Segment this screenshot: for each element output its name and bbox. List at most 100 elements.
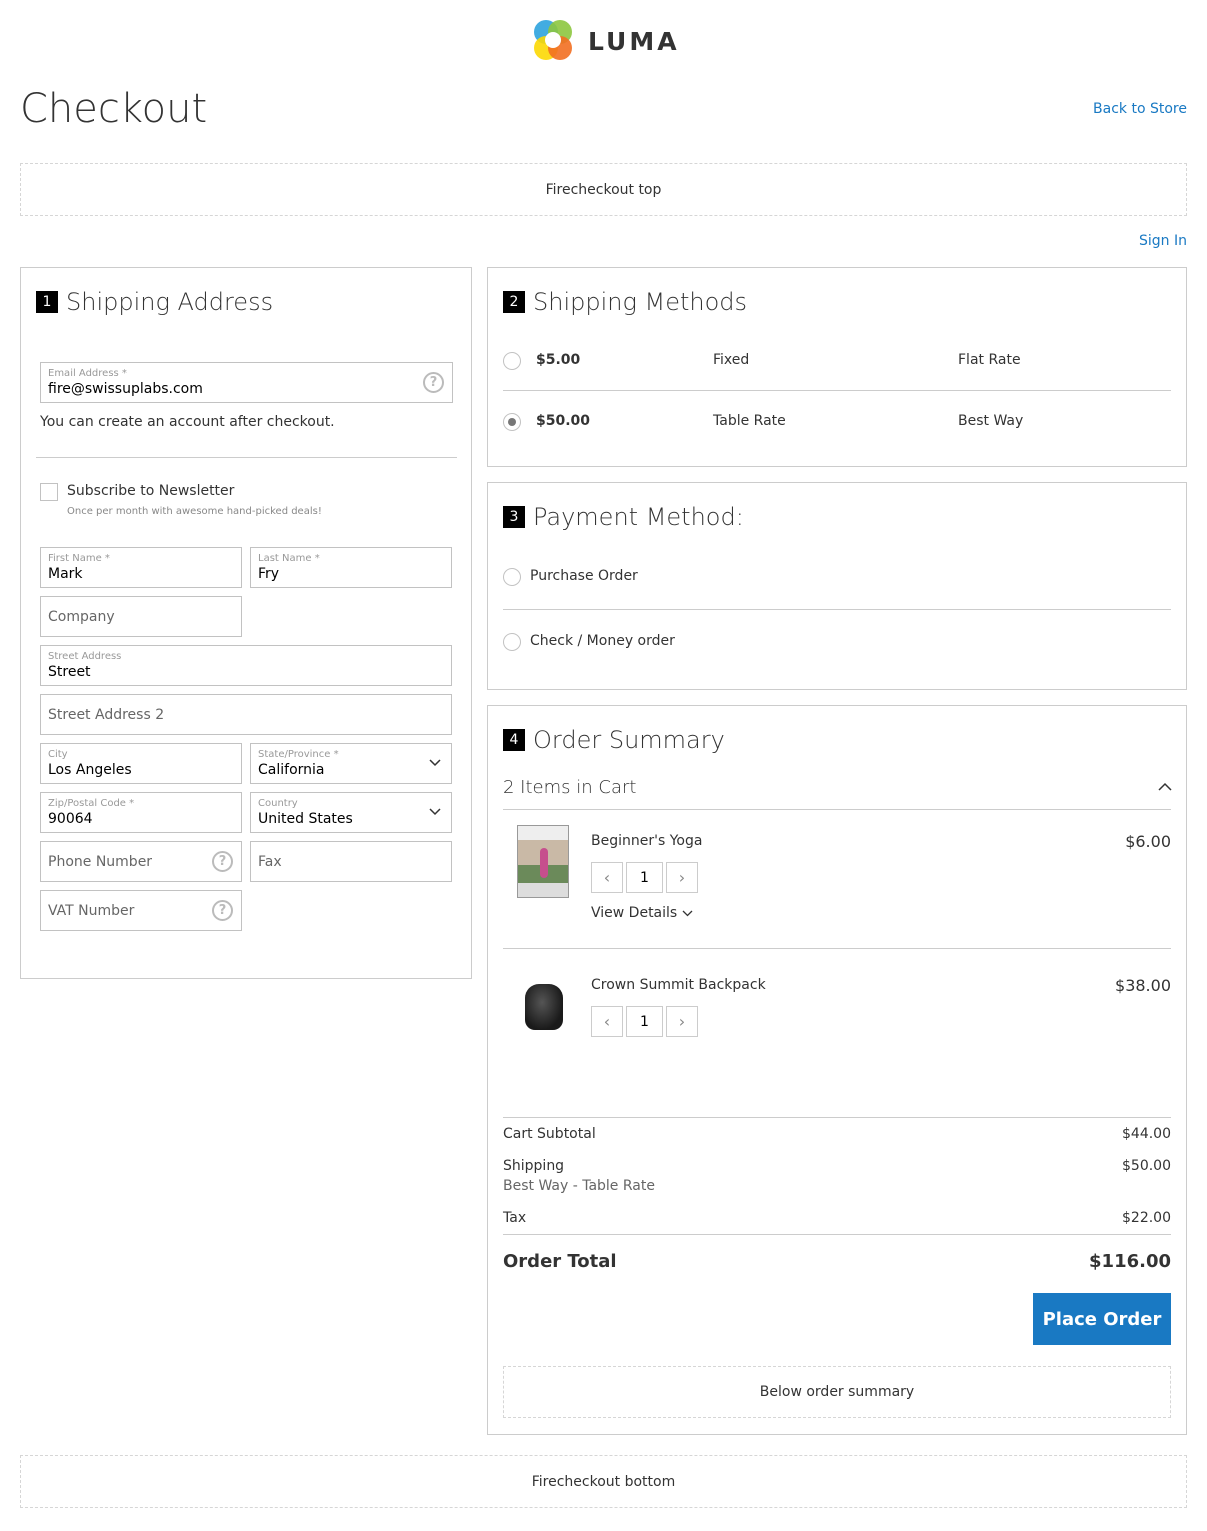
fax-field[interactable]: Fax (250, 841, 452, 882)
phone-placeholder: Phone Number (48, 854, 153, 870)
shipping-price: $5.00 (536, 352, 581, 368)
phone-field[interactable]: Phone Number ? (40, 841, 242, 882)
divider (503, 809, 1171, 810)
bottom-area-text: Firecheckout bottom (531, 1473, 676, 1490)
newsletter-checkbox[interactable] (40, 483, 58, 501)
order-summary-section: 4 Order Summary 2 Items in Cart Beginner… (487, 705, 1187, 1435)
zip-value: 90064 (48, 811, 93, 827)
newsletter-note: Once per month with awesome hand-picked … (67, 506, 322, 517)
page-title: Checkout (20, 86, 208, 132)
first-name-value: Mark (48, 566, 83, 582)
qty-decrease-button[interactable]: ‹ (591, 862, 623, 893)
company-field[interactable]: Company (40, 596, 242, 637)
step-number: 3 (503, 506, 525, 528)
city-label: City (48, 749, 68, 760)
chevron-down-icon (682, 910, 693, 917)
chevron-down-icon (429, 759, 441, 767)
country-value: United States (258, 811, 353, 827)
city-field[interactable]: City Los Angeles (40, 743, 242, 784)
qty-increase-button[interactable]: › (666, 1006, 698, 1037)
place-order-button[interactable]: Place Order (1033, 1293, 1171, 1345)
chevron-up-icon[interactable] (1158, 782, 1172, 792)
country-select[interactable]: Country United States (250, 792, 452, 833)
tax-label: Tax (503, 1210, 527, 1226)
divider (503, 609, 1171, 610)
account-note: You can create an account after checkout… (40, 414, 335, 430)
street-field[interactable]: Street Address Street (40, 645, 452, 686)
sign-in-link[interactable]: Sign In (1139, 233, 1187, 249)
shipping-method-name: Table Rate (713, 413, 786, 429)
shipping-carrier-name: Flat Rate (958, 352, 1021, 368)
shipping-address-section: 1 Shipping Address Email Address * fire@… (20, 267, 472, 979)
section-title: Shipping Address (66, 288, 274, 316)
shipping-radio-flat-rate[interactable] (503, 352, 521, 370)
email-value: fire@swissuplabs.com (48, 381, 203, 397)
first-name-field[interactable]: First Name * Mark (40, 547, 242, 588)
vat-placeholder: VAT Number (48, 903, 135, 919)
order-total-label: Order Total (503, 1251, 617, 1272)
last-name-field[interactable]: Last Name * Fry (250, 547, 452, 588)
shipping-radio-best-way[interactable] (503, 413, 521, 431)
divider (503, 948, 1171, 949)
luma-logo[interactable]: LUMA (530, 18, 680, 64)
shipping-value: $50.00 (1122, 1158, 1171, 1174)
shipping-desc: Best Way - Table Rate (503, 1178, 655, 1194)
shipping-price: $50.00 (536, 413, 591, 429)
items-in-cart-toggle[interactable]: 2 Items in Cart (503, 777, 636, 798)
product-image-yoga (517, 825, 569, 898)
top-area-text: Firecheckout top (545, 181, 662, 198)
logo-icon (534, 20, 572, 60)
shipping-label: Shipping (503, 1158, 565, 1174)
yoga-figure (540, 848, 548, 878)
street2-placeholder: Street Address 2 (48, 707, 165, 723)
logo-text: LUMA (588, 26, 680, 56)
divider (36, 457, 457, 458)
chevron-down-icon (429, 808, 441, 816)
item-name: Beginner's Yoga (591, 833, 703, 849)
step-number: 1 (36, 291, 58, 313)
payment-method-section: 3 Payment Method: Purchase Order Check /… (487, 482, 1187, 690)
help-icon[interactable]: ? (423, 372, 444, 393)
view-details-label: View Details (591, 905, 678, 921)
state-label: State/Province * (258, 749, 339, 760)
zip-label: Zip/Postal Code * (48, 798, 135, 809)
qty-decrease-button[interactable]: ‹ (591, 1006, 623, 1037)
payment-radio-check-money-order[interactable] (503, 633, 521, 651)
email-label: Email Address * (48, 368, 127, 379)
order-total-value: $116.00 (1089, 1251, 1171, 1272)
last-name-value: Fry (258, 566, 280, 582)
qty-input[interactable]: 1 (626, 862, 663, 893)
view-details-toggle[interactable]: View Details (591, 905, 693, 921)
qty-input[interactable]: 1 (626, 1006, 663, 1037)
payment-label[interactable]: Purchase Order (530, 568, 638, 584)
payment-label[interactable]: Check / Money order (530, 633, 675, 649)
section-title: Payment Method: (533, 503, 744, 531)
vat-field[interactable]: VAT Number ? (40, 890, 242, 931)
country-label: Country (258, 798, 298, 809)
item-name: Crown Summit Backpack (591, 977, 766, 993)
city-value: Los Angeles (48, 762, 132, 778)
help-icon[interactable]: ? (212, 900, 233, 921)
street2-field[interactable]: Street Address 2 (40, 694, 452, 735)
section-title: Order Summary (533, 726, 725, 754)
subtotal-label: Cart Subtotal (503, 1126, 596, 1142)
shipping-methods-section: 2 Shipping Methods $5.00 Fixed Flat Rate… (487, 267, 1187, 467)
firecheckout-top-area: Firecheckout top (20, 163, 1187, 216)
payment-heading: 3 Payment Method: (503, 503, 744, 531)
email-field[interactable]: Email Address * fire@swissuplabs.com ? (40, 362, 453, 403)
shipping-carrier-name: Best Way (958, 413, 1024, 429)
payment-radio-purchase-order[interactable] (503, 568, 521, 586)
shipping-method-name: Fixed (713, 352, 750, 368)
state-select[interactable]: State/Province * California (250, 743, 452, 784)
shipping-methods-heading: 2 Shipping Methods (503, 288, 747, 316)
below-summary-text: Below order summary (759, 1384, 915, 1400)
divider (503, 1117, 1171, 1118)
help-icon[interactable]: ? (212, 851, 233, 872)
state-value: California (258, 762, 325, 778)
zip-field[interactable]: Zip/Postal Code * 90064 (40, 792, 242, 833)
order-summary-heading: 4 Order Summary (503, 726, 725, 754)
back-to-store-link[interactable]: Back to Store (1093, 101, 1187, 117)
qty-increase-button[interactable]: › (666, 862, 698, 893)
section-title: Shipping Methods (533, 288, 748, 316)
newsletter-label[interactable]: Subscribe to Newsletter (67, 483, 234, 499)
